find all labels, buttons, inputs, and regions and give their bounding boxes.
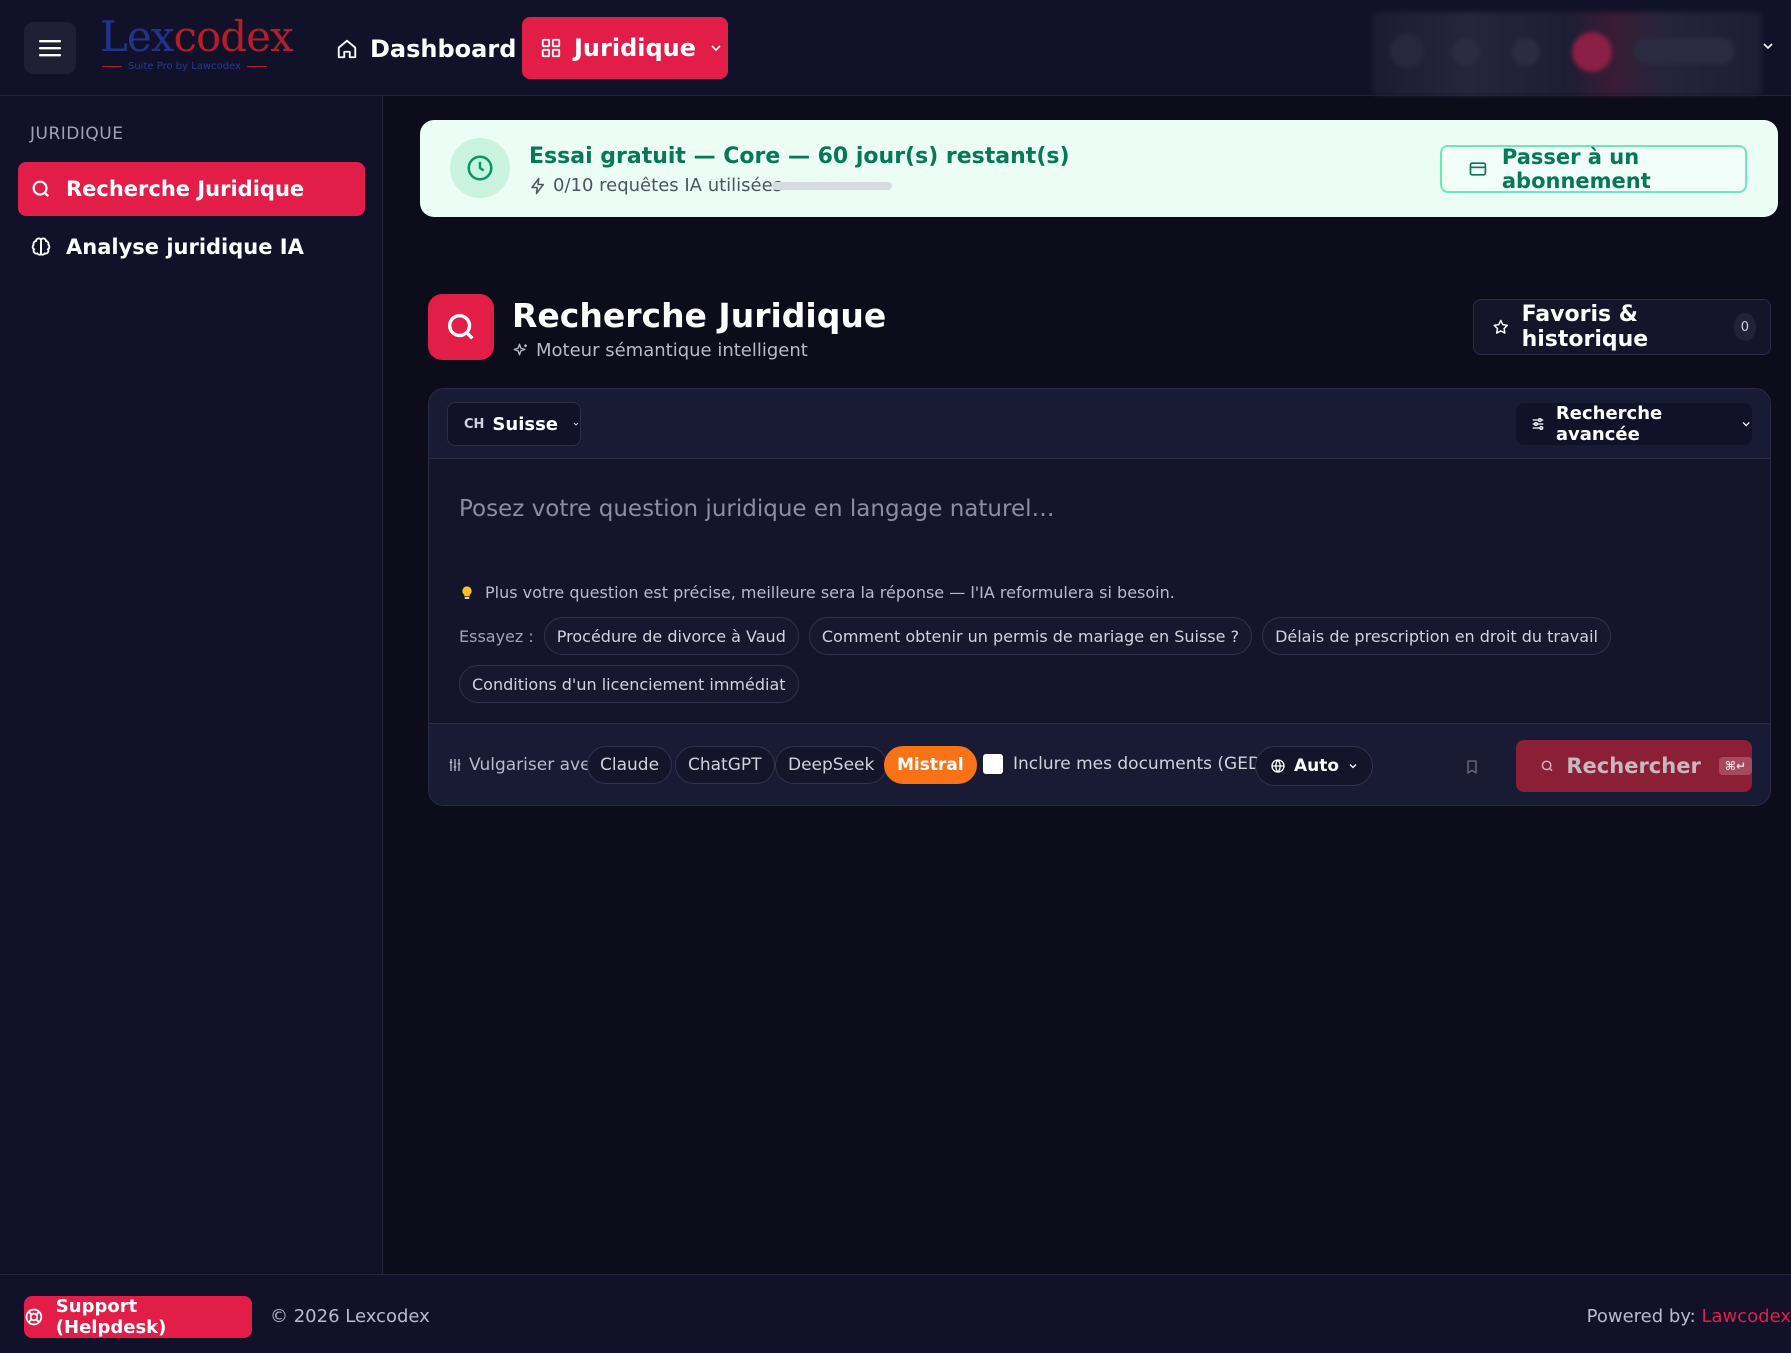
home-icon — [337, 39, 357, 59]
brain-icon — [31, 237, 51, 256]
suggestion-chip[interactable]: Conditions d'un licenciement immédiat — [459, 665, 799, 703]
language-mode-label: Auto — [1294, 756, 1340, 776]
trial-usage: 0/10 requêtes IA utilisées — [529, 175, 782, 196]
ged-label: Inclure mes documents (GED) — [1013, 754, 1268, 774]
lightning-icon — [531, 177, 544, 194]
favorites-label: Favoris & historique — [1521, 302, 1649, 352]
lightbulb-icon — [462, 585, 472, 599]
suggestions-label: Essayez : — [459, 626, 534, 646]
chevron-down-icon — [1349, 764, 1357, 769]
sidebar-heading: JURIDIQUE — [30, 124, 124, 144]
user-menu-chevron-icon[interactable] — [1760, 38, 1776, 54]
nav-juridique-label: Juridique — [574, 34, 697, 62]
search-card-footer: Vulgariser avec Claude ChatGPT DeepSeek … — [429, 723, 1770, 805]
globe-icon — [1271, 759, 1285, 773]
sliders-icon — [1532, 418, 1544, 430]
menu-button[interactable] — [24, 22, 76, 74]
model-chip-deepseek[interactable]: DeepSeek — [775, 746, 888, 784]
ged-checkbox[interactable] — [983, 754, 1003, 774]
logo-subtitle: Suite Pro by Lawcodex — [128, 61, 241, 72]
favorites-history-button[interactable]: Favoris & historique 0 — [1473, 299, 1771, 355]
suggestion-chip[interactable]: Délais de prescription en droit du trava… — [1262, 617, 1611, 655]
star-icon — [1493, 319, 1509, 334]
language-mode-select[interactable]: Auto — [1255, 746, 1373, 786]
chevron-down-icon — [1742, 421, 1750, 427]
advanced-search-label: Recherche avancée — [1555, 403, 1663, 445]
top-bar: Lexcodex Suite Pro by Lawcodex Dashboard… — [0, 0, 1791, 96]
search-submit-button[interactable]: Rechercher ⌘↵ — [1516, 740, 1752, 792]
country-select[interactable]: CH Suisse — [447, 402, 581, 446]
subscribe-label: Passer à un abonnement — [1501, 145, 1651, 193]
hamburger-icon — [39, 40, 61, 57]
logo[interactable]: Lexcodex Suite Pro by Lawcodex — [100, 14, 300, 76]
vulgarize-text: Vulgariser avec — [469, 755, 600, 775]
search-card: CH Suisse Recherche avancée Plus votre q… — [428, 388, 1771, 806]
keyboard-shortcut-badge: ⌘↵ — [1718, 757, 1752, 775]
bookmark-icon — [1467, 760, 1477, 774]
lifebuoy-icon — [25, 1308, 43, 1326]
search-input[interactable] — [459, 489, 1739, 529]
search-icon — [1541, 760, 1553, 772]
search-icon — [32, 180, 50, 198]
logo-text-codex: codex — [173, 12, 293, 61]
credit-card-icon — [1469, 162, 1487, 176]
search-tip: Plus votre question est précise, meilleu… — [459, 583, 1175, 602]
sparkles-icon — [513, 343, 527, 355]
sidebar-item-label: Recherche Juridique — [66, 177, 305, 201]
model-chip-chatgpt[interactable]: ChatGPT — [675, 746, 775, 784]
powered-by-link[interactable]: Lawcodex — [1701, 1306, 1791, 1327]
adjustments-icon — [449, 759, 461, 771]
sidebar: JURIDIQUE Recherche Juridique Analyse ju… — [0, 96, 383, 1274]
country-label: Suisse — [492, 413, 559, 435]
sidebar-item-recherche-juridique[interactable]: Recherche Juridique — [18, 162, 365, 216]
subscribe-button[interactable]: Passer à un abonnement — [1440, 145, 1747, 193]
search-submit-label: Rechercher — [1566, 754, 1701, 778]
trial-title: Essai gratuit — Core — 60 jour(s) restan… — [529, 144, 1070, 169]
page-subtitle: Moteur sémantique intelligent — [512, 340, 808, 361]
search-tip-text: Plus votre question est précise, meilleu… — [485, 583, 1175, 602]
footer: Support (Helpdesk) © 2026 Lexcodex Power… — [0, 1274, 1791, 1353]
vulgarize-label: Vulgariser avec — [447, 755, 600, 775]
trial-usage-bar — [772, 182, 892, 190]
favorites-count-badge: 0 — [1733, 313, 1756, 341]
copyright: © 2026 Lexcodex — [270, 1306, 430, 1327]
chevron-down-icon — [711, 45, 721, 52]
user-menu-blurred[interactable] — [1372, 12, 1762, 96]
page-title: Recherche Juridique — [512, 296, 887, 335]
suggestion-chip[interactable]: Comment obtenir un permis de mariage en … — [808, 617, 1253, 655]
suggestions: Essayez : Procédure de divorce à Vaud Co… — [459, 617, 1749, 703]
page-subtitle-text: Moteur sémantique intelligent — [536, 340, 808, 361]
country-code: CH — [464, 416, 485, 432]
powered-by-prefix: Powered by: — [1586, 1306, 1702, 1327]
page-search-icon — [428, 294, 494, 360]
model-chip-claude[interactable]: Claude — [587, 746, 673, 784]
nav-dashboard[interactable]: Dashboard — [336, 28, 516, 70]
nav-dashboard-label: Dashboard — [370, 35, 517, 63]
sidebar-item-label: Analyse juridique IA — [66, 235, 304, 259]
advanced-search-button[interactable]: Recherche avancée — [1516, 403, 1752, 445]
bookmark-button[interactable] — [1451, 746, 1493, 788]
powered-by: Powered by: Lawcodex — [1587, 1306, 1791, 1327]
support-label: Support (Helpdesk) — [55, 1296, 167, 1338]
logo-text-lex: Lex — [100, 12, 174, 61]
grid-icon — [541, 38, 561, 58]
ged-checkbox-row[interactable]: Inclure mes documents (GED) — [983, 754, 1268, 774]
trial-banner: Essai gratuit — Core — 60 jour(s) restan… — [420, 120, 1778, 217]
trial-usage-text: 0/10 requêtes IA utilisées — [553, 175, 783, 196]
support-button[interactable]: Support (Helpdesk) — [24, 1296, 252, 1338]
clock-icon — [450, 138, 510, 198]
suggestion-chip[interactable]: Procédure de divorce à Vaud — [543, 617, 799, 655]
sidebar-item-analyse-juridique-ia[interactable]: Analyse juridique IA — [18, 220, 365, 274]
search-card-toolbar: CH Suisse Recherche avancée — [429, 389, 1770, 459]
chevron-down-icon — [573, 422, 579, 426]
model-chip-mistral[interactable]: Mistral — [884, 746, 977, 784]
nav-juridique[interactable]: Juridique — [522, 17, 728, 79]
